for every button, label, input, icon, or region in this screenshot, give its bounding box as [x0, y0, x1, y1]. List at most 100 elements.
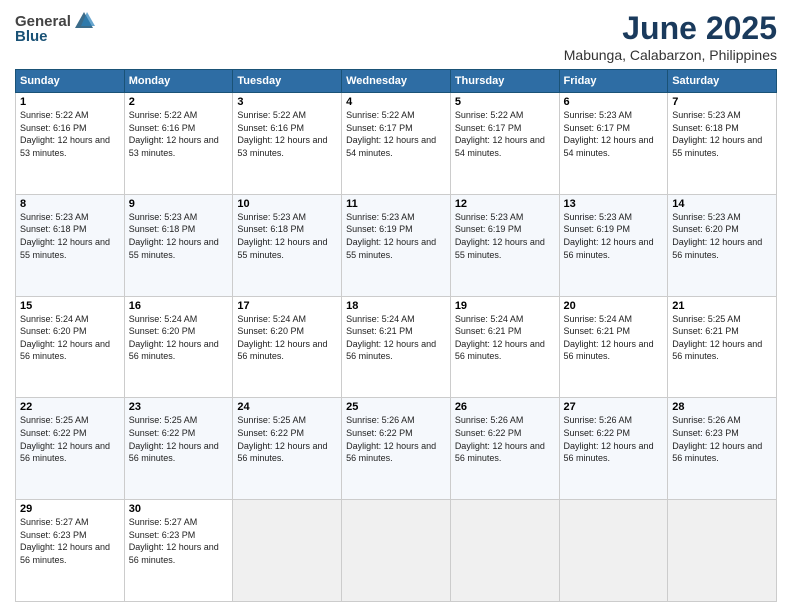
- daylight-text: Daylight: 12 hours and 56 minutes.: [129, 542, 219, 565]
- day-number: 15: [20, 300, 120, 312]
- day-info: Sunrise: 5:23 AM Sunset: 6:19 PM Dayligh…: [455, 211, 555, 261]
- daylight-text: Daylight: 12 hours and 56 minutes.: [346, 339, 436, 362]
- sunrise-text: Sunrise: 5:23 AM: [237, 212, 306, 222]
- table-cell: 1 Sunrise: 5:22 AM Sunset: 6:16 PM Dayli…: [16, 93, 125, 195]
- table-cell: 24 Sunrise: 5:25 AM Sunset: 6:22 PM Dayl…: [233, 398, 342, 500]
- day-info: Sunrise: 5:23 AM Sunset: 6:18 PM Dayligh…: [237, 211, 337, 261]
- col-monday: Monday: [124, 70, 233, 93]
- sunset-text: Sunset: 6:21 PM: [455, 326, 522, 336]
- daylight-text: Daylight: 12 hours and 55 minutes.: [129, 237, 219, 260]
- day-info: Sunrise: 5:22 AM Sunset: 6:16 PM Dayligh…: [129, 109, 229, 159]
- table-cell: [559, 500, 668, 602]
- day-info: Sunrise: 5:23 AM Sunset: 6:19 PM Dayligh…: [346, 211, 446, 261]
- daylight-text: Daylight: 12 hours and 56 minutes.: [129, 339, 219, 362]
- daylight-text: Daylight: 12 hours and 56 minutes.: [129, 441, 219, 464]
- sunrise-text: Sunrise: 5:24 AM: [564, 314, 633, 324]
- subtitle: Mabunga, Calabarzon, Philippines: [564, 47, 777, 63]
- day-info: Sunrise: 5:22 AM Sunset: 6:17 PM Dayligh…: [455, 109, 555, 159]
- day-number: 20: [564, 300, 664, 312]
- sunset-text: Sunset: 6:18 PM: [237, 224, 304, 234]
- day-info: Sunrise: 5:23 AM Sunset: 6:20 PM Dayligh…: [672, 211, 772, 261]
- sunset-text: Sunset: 6:18 PM: [20, 224, 87, 234]
- day-info: Sunrise: 5:24 AM Sunset: 6:20 PM Dayligh…: [237, 313, 337, 363]
- table-cell: 21 Sunrise: 5:25 AM Sunset: 6:21 PM Dayl…: [668, 296, 777, 398]
- sunrise-text: Sunrise: 5:26 AM: [564, 415, 633, 425]
- day-number: 29: [20, 503, 120, 515]
- daylight-text: Daylight: 12 hours and 53 minutes.: [129, 135, 219, 158]
- sunset-text: Sunset: 6:22 PM: [237, 428, 304, 438]
- day-info: Sunrise: 5:25 AM Sunset: 6:22 PM Dayligh…: [237, 414, 337, 464]
- table-cell: 20 Sunrise: 5:24 AM Sunset: 6:21 PM Dayl…: [559, 296, 668, 398]
- sunset-text: Sunset: 6:23 PM: [20, 530, 87, 540]
- day-number: 19: [455, 300, 555, 312]
- table-cell: 16 Sunrise: 5:24 AM Sunset: 6:20 PM Dayl…: [124, 296, 233, 398]
- day-number: 18: [346, 300, 446, 312]
- daylight-text: Daylight: 12 hours and 56 minutes.: [20, 542, 110, 565]
- day-info: Sunrise: 5:22 AM Sunset: 6:16 PM Dayligh…: [237, 109, 337, 159]
- sunrise-text: Sunrise: 5:22 AM: [129, 110, 198, 120]
- sunset-text: Sunset: 6:22 PM: [346, 428, 413, 438]
- day-info: Sunrise: 5:24 AM Sunset: 6:20 PM Dayligh…: [20, 313, 120, 363]
- sunset-text: Sunset: 6:19 PM: [564, 224, 631, 234]
- table-cell: 17 Sunrise: 5:24 AM Sunset: 6:20 PM Dayl…: [233, 296, 342, 398]
- header: General Blue June 2025 Mabunga, Calabarz…: [15, 10, 777, 63]
- table-cell: 2 Sunrise: 5:22 AM Sunset: 6:16 PM Dayli…: [124, 93, 233, 195]
- calendar-table: Sunday Monday Tuesday Wednesday Thursday…: [15, 69, 777, 602]
- day-info: Sunrise: 5:23 AM Sunset: 6:18 PM Dayligh…: [672, 109, 772, 159]
- sunrise-text: Sunrise: 5:26 AM: [346, 415, 415, 425]
- day-number: 24: [237, 401, 337, 413]
- title-block: June 2025 Mabunga, Calabarzon, Philippin…: [564, 10, 777, 63]
- week-row-2: 8 Sunrise: 5:23 AM Sunset: 6:18 PM Dayli…: [16, 194, 777, 296]
- table-cell: 5 Sunrise: 5:22 AM Sunset: 6:17 PM Dayli…: [450, 93, 559, 195]
- table-cell: 25 Sunrise: 5:26 AM Sunset: 6:22 PM Dayl…: [342, 398, 451, 500]
- daylight-text: Daylight: 12 hours and 56 minutes.: [455, 441, 545, 464]
- sunrise-text: Sunrise: 5:26 AM: [455, 415, 524, 425]
- table-cell: 3 Sunrise: 5:22 AM Sunset: 6:16 PM Dayli…: [233, 93, 342, 195]
- col-thursday: Thursday: [450, 70, 559, 93]
- sunset-text: Sunset: 6:23 PM: [672, 428, 739, 438]
- day-info: Sunrise: 5:26 AM Sunset: 6:22 PM Dayligh…: [564, 414, 664, 464]
- table-cell: 7 Sunrise: 5:23 AM Sunset: 6:18 PM Dayli…: [668, 93, 777, 195]
- table-cell: [342, 500, 451, 602]
- page: General Blue June 2025 Mabunga, Calabarz…: [0, 0, 792, 612]
- day-info: Sunrise: 5:26 AM Sunset: 6:22 PM Dayligh…: [346, 414, 446, 464]
- col-wednesday: Wednesday: [342, 70, 451, 93]
- sunrise-text: Sunrise: 5:22 AM: [20, 110, 89, 120]
- daylight-text: Daylight: 12 hours and 56 minutes.: [346, 441, 436, 464]
- sunset-text: Sunset: 6:21 PM: [564, 326, 631, 336]
- day-info: Sunrise: 5:24 AM Sunset: 6:20 PM Dayligh…: [129, 313, 229, 363]
- sunrise-text: Sunrise: 5:24 AM: [20, 314, 89, 324]
- daylight-text: Daylight: 12 hours and 53 minutes.: [20, 135, 110, 158]
- daylight-text: Daylight: 12 hours and 56 minutes.: [237, 441, 327, 464]
- day-number: 9: [129, 198, 229, 210]
- day-number: 4: [346, 96, 446, 108]
- day-number: 3: [237, 96, 337, 108]
- table-cell: 11 Sunrise: 5:23 AM Sunset: 6:19 PM Dayl…: [342, 194, 451, 296]
- day-info: Sunrise: 5:24 AM Sunset: 6:21 PM Dayligh…: [455, 313, 555, 363]
- daylight-text: Daylight: 12 hours and 54 minutes.: [455, 135, 545, 158]
- sunset-text: Sunset: 6:20 PM: [129, 326, 196, 336]
- daylight-text: Daylight: 12 hours and 55 minutes.: [346, 237, 436, 260]
- day-info: Sunrise: 5:27 AM Sunset: 6:23 PM Dayligh…: [20, 516, 120, 566]
- day-info: Sunrise: 5:26 AM Sunset: 6:23 PM Dayligh…: [672, 414, 772, 464]
- sunrise-text: Sunrise: 5:25 AM: [20, 415, 89, 425]
- table-cell: 22 Sunrise: 5:25 AM Sunset: 6:22 PM Dayl…: [16, 398, 125, 500]
- sunset-text: Sunset: 6:20 PM: [237, 326, 304, 336]
- day-info: Sunrise: 5:23 AM Sunset: 6:18 PM Dayligh…: [20, 211, 120, 261]
- daylight-text: Daylight: 12 hours and 56 minutes.: [20, 339, 110, 362]
- sunset-text: Sunset: 6:22 PM: [20, 428, 87, 438]
- day-number: 23: [129, 401, 229, 413]
- sunrise-text: Sunrise: 5:23 AM: [455, 212, 524, 222]
- day-info: Sunrise: 5:23 AM Sunset: 6:19 PM Dayligh…: [564, 211, 664, 261]
- daylight-text: Daylight: 12 hours and 55 minutes.: [455, 237, 545, 260]
- logo-blue: Blue: [15, 28, 48, 45]
- sunrise-text: Sunrise: 5:27 AM: [129, 517, 198, 527]
- day-number: 17: [237, 300, 337, 312]
- sunrise-text: Sunrise: 5:25 AM: [672, 314, 741, 324]
- col-sunday: Sunday: [16, 70, 125, 93]
- day-number: 13: [564, 198, 664, 210]
- daylight-text: Daylight: 12 hours and 56 minutes.: [237, 339, 327, 362]
- day-info: Sunrise: 5:23 AM Sunset: 6:18 PM Dayligh…: [129, 211, 229, 261]
- daylight-text: Daylight: 12 hours and 56 minutes.: [672, 339, 762, 362]
- sunset-text: Sunset: 6:17 PM: [564, 123, 631, 133]
